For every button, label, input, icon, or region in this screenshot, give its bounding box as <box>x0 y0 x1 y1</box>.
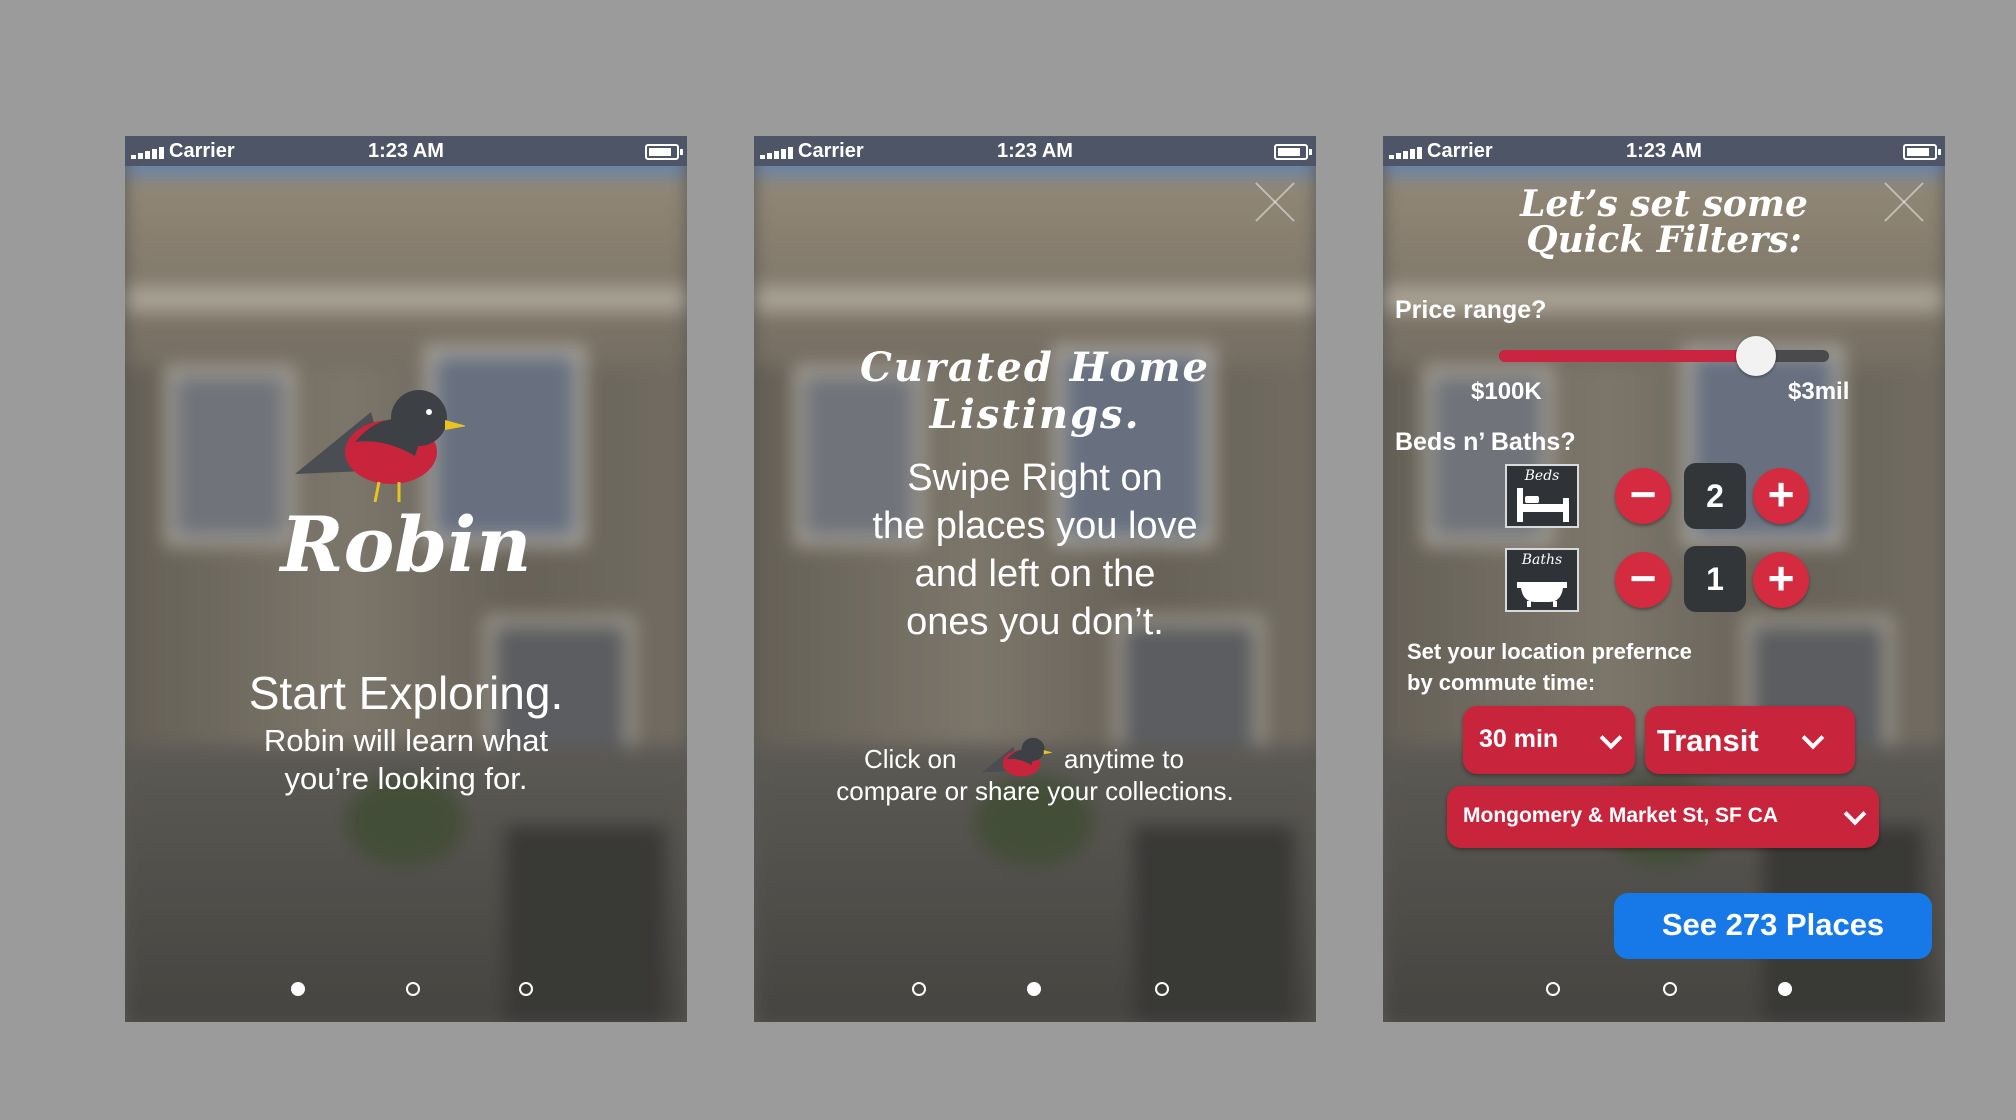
commute-mode-value: Transit <box>1657 723 1759 758</box>
commute-mode-dropdown[interactable]: Transit <box>1645 706 1855 774</box>
chevron-down-icon <box>1843 802 1867 826</box>
see-places-button[interactable]: See 273 Places <box>1614 893 1932 959</box>
instructions: Swipe Right on the places you love and l… <box>814 454 1256 646</box>
app-logo-text: Robin <box>280 500 532 589</box>
screen-title: Let’s set some Quick Filters: <box>1383 186 1945 258</box>
title-line-2: Quick Filters: <box>1526 219 1802 261</box>
page-dot-3[interactable] <box>519 982 533 996</box>
subtitle-line-1: Robin will learn what <box>263 723 549 758</box>
quick-filters-screen: Carrier 1:23 AM Let’s set some Quick Fil… <box>1383 136 1945 1022</box>
screen-title: Curated Home Listings. <box>860 344 1210 438</box>
bed-icon: Beds <box>1505 464 1579 528</box>
status-bar: Carrier 1:23 AM <box>125 136 687 166</box>
close-icon[interactable] <box>1252 180 1296 224</box>
address-dropdown[interactable]: Mongomery & Market St, SF CA <box>1447 786 1879 848</box>
chevron-down-icon <box>1599 726 1623 750</box>
page-dot-2[interactable] <box>406 982 420 996</box>
commute-label: Set your location prefernce by commute t… <box>1407 636 1692 698</box>
page-dot-1[interactable] <box>291 982 305 996</box>
price-range-label: Price range? <box>1395 296 1547 324</box>
baths-value: 1 <box>1684 546 1746 612</box>
subtitle-line-2: you’re looking for. <box>284 761 528 796</box>
commute-label-line-2: by commute time: <box>1407 670 1596 695</box>
hint-prefix: Click on <box>864 744 957 774</box>
beds-baths-label: Beds n’ Baths? <box>1395 428 1576 456</box>
clock: 1:23 AM <box>368 140 444 162</box>
battery-icon <box>1903 144 1941 160</box>
page-indicator <box>125 982 687 1002</box>
baths-decrement-button[interactable]: − <box>1615 552 1671 608</box>
chevron-down-icon <box>1801 726 1825 750</box>
clock: 1:23 AM <box>997 140 1073 162</box>
address-value: Mongomery & Market St, SF CA <box>1463 804 1779 827</box>
hint-line-2: compare or share your collections. <box>836 776 1234 806</box>
subtitle: Robin will learn what you’re looking for… <box>125 722 687 798</box>
price-min-label: $100K <box>1471 378 1542 405</box>
battery-icon <box>645 144 683 160</box>
page-dot-1[interactable] <box>1546 982 1560 996</box>
slider-fill <box>1499 350 1757 362</box>
commute-label-line-1: Set your location prefernce <box>1407 639 1692 664</box>
price-max-label: $3mil <box>1788 378 1850 405</box>
title-line-1: Let’s set some <box>1520 183 1808 225</box>
battery-icon <box>1274 144 1312 160</box>
headline: Start Exploring. <box>248 667 564 719</box>
commute-time-value: 30 min <box>1479 725 1559 753</box>
beds-value: 2 <box>1684 463 1746 529</box>
instructions-line-4: ones you don’t. <box>906 601 1164 643</box>
bathtub-icon: Baths <box>1505 548 1579 612</box>
beds-increment-button[interactable]: + <box>1753 468 1809 524</box>
page-indicator <box>754 982 1316 1002</box>
onboarding-screen-2: Carrier 1:23 AM Curated Home Listings. S… <box>754 136 1316 1022</box>
baths-caption: Baths <box>1521 552 1563 568</box>
page-indicator <box>1383 982 1945 1002</box>
baths-increment-button[interactable]: + <box>1753 552 1809 608</box>
instructions-line-2: the places you love <box>872 505 1198 547</box>
onboarding-screen-1: Carrier 1:23 AM Robin Start Exploring. R… <box>125 136 687 1022</box>
page-dot-3[interactable] <box>1778 982 1792 996</box>
beds-decrement-button[interactable]: − <box>1615 468 1671 524</box>
status-bar: Carrier 1:23 AM <box>1383 136 1945 166</box>
page-dot-2[interactable] <box>1663 982 1677 996</box>
beds-caption: Beds <box>1524 468 1560 484</box>
robin-bird-icon <box>295 390 465 502</box>
instructions-line-1: Swipe Right on <box>907 457 1163 499</box>
hint-suffix: anytime to <box>1064 744 1184 774</box>
price-range-slider[interactable] <box>1499 336 1829 376</box>
page-dot-3[interactable] <box>1155 982 1169 996</box>
clock: 1:23 AM <box>1626 140 1702 162</box>
status-bar: Carrier 1:23 AM <box>754 136 1316 166</box>
commute-time-dropdown[interactable]: 30 min <box>1463 706 1635 774</box>
instructions-line-3: and left on the <box>914 553 1156 595</box>
page-dot-1[interactable] <box>912 982 926 996</box>
page-dot-2[interactable] <box>1027 982 1041 996</box>
